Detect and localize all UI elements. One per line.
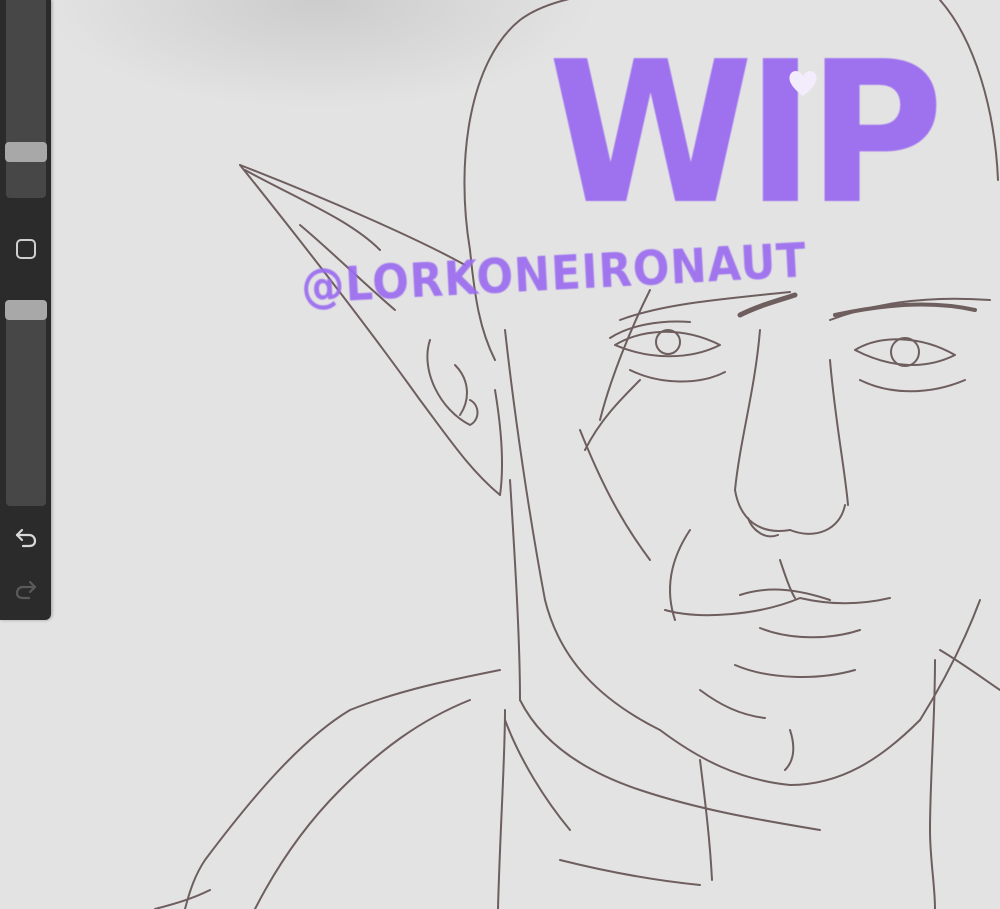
drawing-canvas[interactable] bbox=[0, 0, 1000, 909]
undo-button[interactable] bbox=[10, 523, 42, 551]
brush-opacity-slider-thumb[interactable] bbox=[5, 300, 47, 320]
redo-icon bbox=[15, 580, 37, 600]
modify-button[interactable] bbox=[13, 236, 38, 261]
redo-button[interactable] bbox=[10, 575, 42, 603]
undo-icon bbox=[15, 528, 37, 548]
brush-size-slider-thumb[interactable] bbox=[5, 142, 47, 162]
sketch-drawing bbox=[154, 0, 1000, 909]
brush-size-slider[interactable] bbox=[6, 0, 46, 198]
sidebar bbox=[0, 0, 51, 620]
brush-opacity-slider[interactable] bbox=[6, 300, 46, 506]
square-icon bbox=[15, 238, 36, 259]
